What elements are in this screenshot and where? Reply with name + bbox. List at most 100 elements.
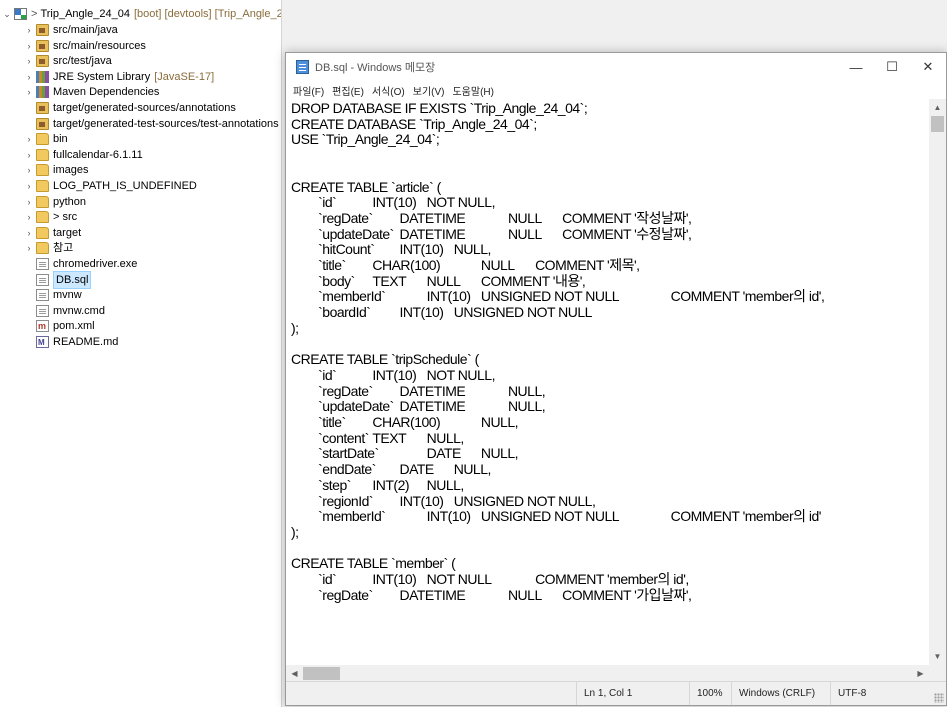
- scrollbar-corner: [929, 665, 946, 682]
- notepad-window: DB.sql - Windows 메모장 — ☐ ✕ 파일(F) 편집(E) 서…: [285, 52, 947, 706]
- tree-item[interactable]: › src/main/java: [24, 22, 118, 38]
- tree-item[interactable]: mvnw: [24, 287, 82, 303]
- tree-item[interactable]: › Maven Dependencies: [24, 84, 159, 100]
- package-folder-icon: [36, 24, 49, 36]
- tree-item[interactable]: › 참고: [24, 240, 73, 256]
- tree-item[interactable]: DB.sql: [24, 270, 92, 289]
- maximize-button[interactable]: ☐: [874, 53, 910, 81]
- menu-format[interactable]: 서식(O): [372, 83, 405, 98]
- tree-item[interactable]: › bin: [24, 131, 68, 147]
- tree-item[interactable]: target/generated-test-sources/test-annot…: [24, 116, 279, 132]
- tree-item-label: README.md: [53, 336, 119, 348]
- tree-item-label: chromedriver.exe: [53, 258, 138, 270]
- collapsed-chevron-icon[interactable]: ›: [24, 194, 34, 210]
- tree-item-label: fullcalendar-6.1.11: [53, 148, 143, 161]
- tree-item-project[interactable]: ⌄ > Trip_Angle_24_04 [boot] [devtools] […: [2, 6, 281, 22]
- close-button[interactable]: ✕: [910, 53, 946, 81]
- tree-item-label: mvnw.cmd: [53, 304, 105, 317]
- tree-item-label: LOG_PATH_IS_UNDEFINED: [53, 180, 197, 192]
- project-annotation: [boot] [devtools] [Trip_Angle_24_04 Shin…: [133, 8, 281, 20]
- scroll-up-arrow-icon[interactable]: ▲: [929, 99, 946, 116]
- collapsed-chevron-icon[interactable]: ›: [24, 147, 34, 163]
- project-explorer: ⌄ > Trip_Angle_24_04 [boot] [devtools] […: [0, 0, 282, 707]
- tree-item-label: target: [53, 226, 82, 239]
- menu-bar: 파일(F) 편집(E) 서식(O) 보기(V) 도움말(H): [286, 81, 946, 99]
- xml-file-icon: [36, 318, 49, 334]
- tree-item-label: 참고: [53, 242, 74, 255]
- tree-item[interactable]: › images: [24, 162, 88, 178]
- minimize-button[interactable]: —: [838, 53, 874, 81]
- tree-item-label: DB.sql: [53, 270, 92, 289]
- tree-item[interactable]: README.md: [24, 334, 119, 351]
- tree-item-label: bin: [53, 133, 68, 146]
- tree-item[interactable]: › LOG_PATH_IS_UNDEFINED: [24, 178, 197, 194]
- tree-item-label: target/generated-test-sources/test-annot…: [53, 117, 279, 130]
- collapsed-chevron-icon[interactable]: ›: [24, 178, 34, 194]
- horizontal-scroll-thumb[interactable]: [303, 667, 340, 680]
- tree-item-label: JRE System Library: [53, 70, 151, 83]
- editor-content[interactable]: DROP DATABASE IF EXISTS `Trip_Angle_24_0…: [286, 99, 929, 604]
- line-ending: Windows (CRLF): [731, 682, 815, 705]
- vertical-scrollbar[interactable]: ▲ ▼: [929, 99, 946, 665]
- horizontal-scrollbar[interactable]: ◀ ▶: [286, 665, 929, 682]
- collapsed-chevron-icon[interactable]: ›: [24, 53, 34, 69]
- collapsed-chevron-icon[interactable]: ›: [24, 69, 34, 85]
- collapsed-chevron-icon[interactable]: ›: [24, 131, 34, 147]
- scroll-down-arrow-icon[interactable]: ▼: [929, 648, 946, 665]
- collapsed-chevron-icon[interactable]: ›: [24, 22, 34, 38]
- scroll-left-arrow-icon[interactable]: ◀: [286, 665, 303, 682]
- folder-icon: [36, 211, 49, 224]
- menu-help[interactable]: 도움말(H): [452, 83, 493, 98]
- encoding: UTF-8: [830, 682, 866, 705]
- tree-item[interactable]: › python: [24, 194, 86, 210]
- folder-icon: [36, 180, 49, 192]
- tree-item[interactable]: › fullcalendar-6.1.11: [24, 147, 143, 163]
- file-icon: [36, 304, 49, 317]
- project-icon: [14, 8, 27, 20]
- tree-item-label: images: [53, 164, 89, 177]
- tree-item-label: mvnw: [53, 289, 82, 302]
- folder-icon: [36, 148, 49, 161]
- tree-item[interactable]: › target: [24, 225, 81, 241]
- menu-view[interactable]: 보기(V): [413, 83, 445, 98]
- expanded-chevron-icon[interactable]: ⌄: [2, 6, 12, 22]
- title-bar[interactable]: DB.sql - Windows 메모장 — ☐ ✕: [286, 53, 946, 81]
- tree-item-label: target/generated-sources/annotations: [53, 102, 236, 114]
- tree-item-label: > src: [53, 211, 78, 224]
- folder-icon: [36, 226, 49, 239]
- tree-item[interactable]: › src/test/java: [24, 53, 112, 69]
- menu-edit[interactable]: 편집(E): [332, 83, 364, 98]
- tree-item[interactable]: pom.xml: [24, 318, 95, 334]
- project-name: Trip_Angle_24_04: [40, 8, 130, 20]
- vertical-scroll-thumb[interactable]: [931, 116, 944, 132]
- cursor-position: Ln 1, Col 1: [576, 682, 632, 705]
- collapsed-chevron-icon[interactable]: ›: [24, 38, 34, 54]
- collapsed-chevron-icon[interactable]: ›: [24, 225, 34, 241]
- collapsed-chevron-icon[interactable]: ›: [24, 209, 34, 225]
- file-icon: [36, 289, 49, 302]
- tree-item-label: src/main/java: [53, 24, 118, 36]
- scroll-right-arrow-icon[interactable]: ▶: [912, 665, 929, 682]
- text-editor[interactable]: DROP DATABASE IF EXISTS `Trip_Angle_24_0…: [286, 99, 929, 665]
- tree-item[interactable]: chromedriver.exe: [24, 256, 137, 272]
- status-bar: Ln 1, Col 1 100% Windows (CRLF) UTF-8: [286, 681, 946, 705]
- tree-item[interactable]: › JRE System Library [JavaSE-17]: [24, 69, 214, 85]
- tree-item[interactable]: target/generated-sources/annotations: [24, 100, 236, 116]
- tree-item[interactable]: mvnw.cmd: [24, 303, 105, 319]
- tree-item-label: src/test/java: [53, 55, 112, 68]
- zoom-level: 100%: [689, 682, 723, 705]
- package-folder-icon: [36, 39, 49, 52]
- tree-item[interactable]: › > src: [24, 209, 77, 225]
- notepad-app-icon: [296, 60, 309, 74]
- tree-item[interactable]: › src/main/resources: [24, 38, 146, 54]
- collapsed-chevron-icon[interactable]: ›: [24, 240, 34, 256]
- file-icon: [36, 258, 49, 270]
- package-folder-icon: [36, 102, 49, 114]
- menu-file[interactable]: 파일(F): [293, 83, 324, 98]
- collapsed-chevron-icon[interactable]: ›: [24, 162, 34, 178]
- tree-item-label: src/main/resources: [53, 39, 146, 52]
- package-folder-icon: [36, 55, 49, 68]
- collapsed-chevron-icon[interactable]: ›: [24, 84, 34, 100]
- resize-grip-icon[interactable]: [934, 693, 944, 703]
- tree-item-label: pom.xml: [53, 320, 95, 333]
